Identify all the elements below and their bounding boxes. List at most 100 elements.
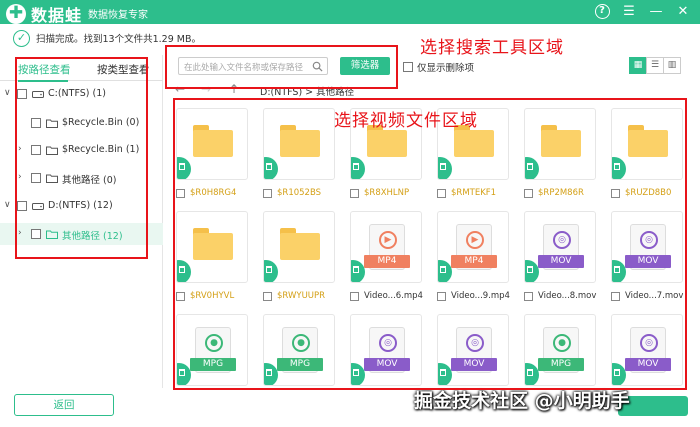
folder-card[interactable] — [611, 108, 683, 180]
file-item-label[interactable]: Video...6.mp4 — [350, 291, 423, 301]
tree-checkbox[interactable] — [31, 118, 41, 128]
filter-button[interactable]: 筛选器 — [340, 57, 390, 75]
tree-item[interactable]: $Recycle.Bin (0) — [0, 112, 163, 134]
back-button[interactable]: 返回 — [14, 394, 114, 416]
back-arrow-icon[interactable]: ← — [175, 82, 185, 96]
file-item-label[interactable]: $RP2M86R — [524, 188, 584, 198]
file-item-label[interactable]: $RV0HYVL — [176, 291, 234, 301]
folder-card[interactable] — [263, 211, 335, 283]
video-file-card[interactable]: ● MPG — [524, 314, 596, 386]
help-button[interactable]: ? — [591, 2, 613, 22]
folder-card[interactable] — [524, 108, 596, 180]
video-file-card[interactable]: ● MPG — [263, 314, 335, 386]
video-file-icon: ● MPG — [277, 327, 323, 373]
folder-card[interactable] — [263, 108, 335, 180]
tree-checkbox[interactable] — [17, 201, 27, 211]
tree-item[interactable]: › 其他路径 (0) — [0, 167, 163, 189]
file-item-label[interactable]: $R0H8RG4 — [176, 188, 236, 198]
grid-view-button[interactable]: ▦ — [629, 57, 647, 74]
tab-by-path[interactable]: 按路径查看 — [18, 62, 71, 77]
folder-card[interactable] — [176, 108, 248, 180]
deleted-trash-icon — [351, 260, 365, 282]
file-checkbox[interactable] — [437, 291, 446, 301]
folder-icon — [46, 146, 58, 155]
tree-item[interactable]: › $Recycle.Bin (1) — [0, 139, 163, 161]
forward-arrow-icon[interactable]: → — [201, 82, 211, 96]
annotation-video-area: 选择视频文件区域 — [334, 111, 478, 131]
file-checkbox[interactable] — [437, 188, 446, 198]
tree-checkbox[interactable] — [31, 173, 41, 183]
video-file-icon: ◎ MOV — [451, 327, 497, 373]
play-icon: ● — [205, 334, 223, 352]
file-checkbox[interactable] — [263, 188, 272, 198]
expand-toggle-icon[interactable]: › — [18, 172, 22, 182]
tree-item[interactable]: ∨ C:(NTFS) (1) — [0, 83, 163, 105]
file-checkbox[interactable] — [611, 291, 620, 301]
expand-toggle-icon[interactable]: ∨ — [4, 200, 11, 210]
close-icon: ✕ — [677, 4, 689, 19]
show-deleted-checkbox[interactable] — [403, 62, 413, 72]
folder-icon — [46, 230, 58, 239]
file-name: $RWYUUPR — [277, 291, 326, 301]
file-item-label[interactable]: $RUZD8B0 — [611, 188, 671, 198]
folder-icon — [193, 228, 233, 260]
tree-checkbox[interactable] — [31, 145, 41, 155]
file-item-label[interactable]: $R1052BS — [263, 188, 321, 198]
expand-toggle-icon[interactable]: ∨ — [4, 88, 11, 98]
tree-checkbox[interactable] — [17, 89, 27, 99]
file-checkbox[interactable] — [176, 291, 185, 301]
file-checkbox[interactable] — [611, 188, 620, 198]
expand-toggle-icon[interactable]: › — [18, 144, 22, 154]
menu-button[interactable]: ☰ — [618, 2, 640, 22]
file-item-label[interactable]: $RWYUUPR — [263, 291, 325, 301]
search-icon — [312, 61, 323, 72]
file-item-label[interactable]: $RMTEKF1 — [437, 188, 496, 198]
tree-item[interactable]: ∨ D:(NTFS) (12) — [0, 195, 163, 217]
list-view-button[interactable]: ☰ — [646, 57, 664, 74]
deleted-trash-icon — [264, 363, 278, 385]
app-brand: ✚ 数据蛙 — [6, 2, 82, 26]
file-checkbox[interactable] — [263, 291, 272, 301]
tab-by-type[interactable]: 按类型查看 — [97, 62, 150, 77]
tree-item[interactable]: › 其他路径 (12) — [0, 223, 163, 245]
format-badge: MOV — [625, 358, 671, 371]
folder-icon — [46, 119, 58, 128]
file-item-label[interactable]: $R8XHLNP — [350, 188, 409, 198]
drive-icon — [32, 91, 44, 98]
video-file-card[interactable]: ◎ MOV — [350, 314, 422, 386]
video-file-card[interactable]: ◎ MOV — [524, 211, 596, 283]
tree-item-label: 其他路径 (0) — [62, 175, 117, 186]
tree-checkbox[interactable] — [31, 229, 41, 239]
file-checkbox[interactable] — [350, 291, 359, 301]
folder-icon — [193, 125, 233, 157]
video-file-card[interactable]: ▶ MP4 — [350, 211, 422, 283]
folder-icon — [280, 125, 320, 157]
play-icon: ◎ — [640, 231, 658, 249]
show-deleted-only[interactable]: 仅显示删除项 — [403, 60, 474, 74]
search-input[interactable]: 在此处输入文件名称或保存路径 — [178, 57, 328, 75]
video-file-card[interactable]: ◎ MOV — [611, 314, 683, 386]
expand-toggle-icon[interactable]: › — [18, 228, 22, 238]
file-checkbox[interactable] — [176, 188, 185, 198]
video-file-card[interactable]: ◎ MOV — [611, 211, 683, 283]
file-checkbox[interactable] — [524, 291, 533, 301]
up-arrow-icon[interactable]: ↑ — [229, 82, 239, 96]
folder-card[interactable] — [176, 211, 248, 283]
file-item-label[interactable]: Video...8.mov — [524, 291, 596, 301]
video-file-card[interactable]: ◎ MOV — [437, 314, 509, 386]
file-item-label[interactable]: Video...7.mov — [611, 291, 683, 301]
deleted-trash-icon — [438, 260, 452, 282]
file-name: $R8XHLNP — [364, 188, 410, 198]
file-item-label[interactable]: Video...9.mp4 — [437, 291, 510, 301]
file-name: $R1052BS — [277, 188, 322, 198]
video-file-icon: ● MPG — [538, 327, 584, 373]
minimize-button[interactable]: — — [645, 2, 667, 22]
video-file-card[interactable]: ▶ MP4 — [437, 211, 509, 283]
file-checkbox[interactable] — [350, 188, 359, 198]
format-badge: MOV — [451, 358, 497, 371]
file-checkbox[interactable] — [524, 188, 533, 198]
close-button[interactable]: ✕ — [672, 2, 694, 22]
detail-view-button[interactable]: ▥ — [663, 57, 681, 74]
video-file-card[interactable]: ● MPG — [176, 314, 248, 386]
view-mode-switch: ▦ ☰ ▥ — [629, 57, 681, 74]
